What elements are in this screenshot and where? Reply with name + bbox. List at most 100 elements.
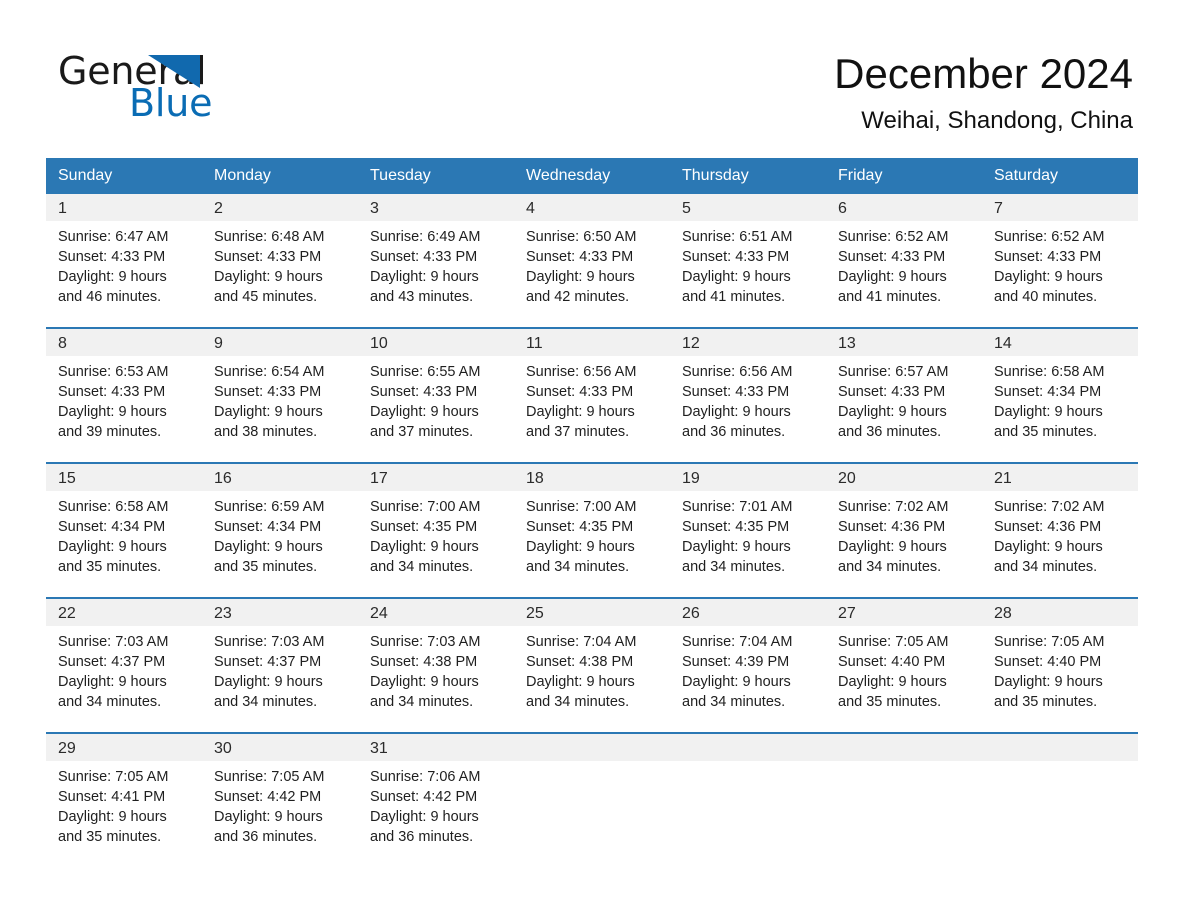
sunset-time: Sunset: 4:33 PM <box>58 249 166 265</box>
daylight-duration-line2: and 40 minutes. <box>994 289 1098 305</box>
day-cell-header[interactable]: 5 <box>670 194 826 221</box>
day-cell-body: Sunrise: 7:00 AM Sunset: 4:35 PM Daylight:… <box>514 491 670 585</box>
weekday-header-monday: Monday <box>202 158 358 194</box>
day-cell-header[interactable]: 8 <box>46 328 202 356</box>
logo-text-blue: Blue <box>129 81 213 125</box>
day-cell-body: Sunrise: 6:54 AM Sunset: 4:33 PM Daylight:… <box>202 356 358 450</box>
day-cell-header[interactable]: 6 <box>826 194 982 221</box>
day-cell-header[interactable]: 25 <box>514 598 670 626</box>
daylight-duration-line1: Daylight: 9 hours <box>526 539 635 555</box>
day-cell-header[interactable]: 11 <box>514 328 670 356</box>
sunrise-time: Sunrise: 6:48 AM <box>214 229 325 245</box>
day-details: Sunrise: 6:48 AM Sunset: 4:33 PM Daylight:… <box>202 221 358 315</box>
daylight-duration-line2: and 36 minutes. <box>214 829 318 845</box>
daylight-duration-line2: and 36 minutes. <box>370 829 474 845</box>
day-cell-body: Sunrise: 7:02 AM Sunset: 4:36 PM Daylight:… <box>982 491 1138 585</box>
day-cell-header[interactable]: 24 <box>358 598 514 626</box>
day-cell-header[interactable]: 19 <box>670 463 826 491</box>
sunrise-time: Sunrise: 6:58 AM <box>58 499 169 515</box>
sunset-time: Sunset: 4:33 PM <box>526 249 634 265</box>
day-details: Sunrise: 7:03 AM Sunset: 4:37 PM Daylight:… <box>202 626 358 720</box>
day-cell-body: Sunrise: 6:48 AM Sunset: 4:33 PM Daylight:… <box>202 221 358 315</box>
week-daynumber-row: 15 16 17 18 19 20 21 <box>46 463 1138 491</box>
daylight-duration-line2: and 34 minutes. <box>214 694 318 710</box>
day-cell-body: Sunrise: 7:03 AM Sunset: 4:37 PM Daylight:… <box>46 626 202 720</box>
day-cell-header[interactable]: 7 <box>982 194 1138 221</box>
day-cell-header[interactable]: 15 <box>46 463 202 491</box>
day-details: Sunrise: 6:51 AM Sunset: 4:33 PM Daylight:… <box>670 221 826 315</box>
daylight-duration-line1: Daylight: 9 hours <box>526 404 635 420</box>
weekday-header-tuesday: Tuesday <box>358 158 514 194</box>
day-cell-header[interactable]: 10 <box>358 328 514 356</box>
day-cell-header[interactable]: 28 <box>982 598 1138 626</box>
sunset-time: Sunset: 4:37 PM <box>214 654 322 670</box>
daylight-duration-line1: Daylight: 9 hours <box>994 539 1103 555</box>
day-details: Sunrise: 6:50 AM Sunset: 4:33 PM Daylight:… <box>514 221 670 315</box>
daylight-duration-line2: and 34 minutes. <box>58 694 162 710</box>
day-cell-header[interactable]: 4 <box>514 194 670 221</box>
day-cell-header[interactable]: 22 <box>46 598 202 626</box>
day-cell-header[interactable]: 13 <box>826 328 982 356</box>
day-details: Sunrise: 6:58 AM Sunset: 4:34 PM Daylight:… <box>46 491 202 585</box>
day-cell-header[interactable]: 21 <box>982 463 1138 491</box>
sunset-time: Sunset: 4:35 PM <box>370 519 478 535</box>
day-cell-body: Sunrise: 7:03 AM Sunset: 4:37 PM Daylight:… <box>202 626 358 720</box>
day-number: 5 <box>682 200 691 217</box>
sunset-time: Sunset: 4:36 PM <box>838 519 946 535</box>
day-cell-header[interactable]: 2 <box>202 194 358 221</box>
day-details: Sunrise: 7:00 AM Sunset: 4:35 PM Daylight:… <box>358 491 514 585</box>
sunrise-time: Sunrise: 6:57 AM <box>838 364 949 380</box>
day-number: 23 <box>214 605 232 622</box>
sunrise-time: Sunrise: 7:00 AM <box>370 499 481 515</box>
day-number <box>982 734 1138 742</box>
sunrise-time: Sunrise: 6:52 AM <box>838 229 949 245</box>
day-cell-header[interactable]: 17 <box>358 463 514 491</box>
sunrise-time: Sunrise: 6:53 AM <box>58 364 169 380</box>
day-cell-header[interactable]: 23 <box>202 598 358 626</box>
day-details: Sunrise: 6:49 AM Sunset: 4:33 PM Daylight:… <box>358 221 514 315</box>
day-cell-header[interactable]: 12 <box>670 328 826 356</box>
sunrise-time: Sunrise: 6:50 AM <box>526 229 637 245</box>
sunrise-time: Sunrise: 6:47 AM <box>58 229 169 245</box>
sunset-time: Sunset: 4:38 PM <box>370 654 478 670</box>
day-number: 30 <box>214 740 232 757</box>
day-cell-body: Sunrise: 7:04 AM Sunset: 4:38 PM Daylight:… <box>514 626 670 720</box>
day-number: 3 <box>370 200 379 217</box>
day-cell-header[interactable]: 3 <box>358 194 514 221</box>
general-blue-logo[interactable]: General Blue <box>58 52 358 132</box>
day-details: Sunrise: 7:02 AM Sunset: 4:36 PM Daylight:… <box>982 491 1138 585</box>
day-cell-header[interactable]: 20 <box>826 463 982 491</box>
title-block: December 2024 Weihai, Shandong, China <box>834 48 1133 136</box>
day-details: Sunrise: 6:57 AM Sunset: 4:33 PM Daylight:… <box>826 356 982 450</box>
day-cell-header[interactable]: 9 <box>202 328 358 356</box>
day-cell-header[interactable]: 27 <box>826 598 982 626</box>
day-cell-header[interactable]: 26 <box>670 598 826 626</box>
sunrise-time: Sunrise: 6:56 AM <box>682 364 793 380</box>
week-separator <box>46 315 1138 329</box>
day-cell-header[interactable]: 16 <box>202 463 358 491</box>
day-number: 2 <box>214 200 223 217</box>
daylight-duration-line1: Daylight: 9 hours <box>58 809 167 825</box>
day-cell-header[interactable]: 29 <box>46 733 202 761</box>
day-details <box>670 761 826 775</box>
day-cell-header[interactable]: 18 <box>514 463 670 491</box>
day-cell-header[interactable]: 1 <box>46 194 202 221</box>
sunset-time: Sunset: 4:36 PM <box>994 519 1102 535</box>
day-number: 29 <box>58 740 76 757</box>
week-separator-rule <box>46 585 1138 599</box>
day-details: Sunrise: 7:05 AM Sunset: 4:41 PM Daylight:… <box>46 761 202 855</box>
daylight-duration-line1: Daylight: 9 hours <box>214 404 323 420</box>
day-cell-header[interactable]: 31 <box>358 733 514 761</box>
day-number <box>514 734 670 742</box>
daylight-duration-line2: and 45 minutes. <box>214 289 318 305</box>
day-cell-header[interactable]: 14 <box>982 328 1138 356</box>
daylight-duration-line1: Daylight: 9 hours <box>526 269 635 285</box>
sunset-time: Sunset: 4:38 PM <box>526 654 634 670</box>
day-cell-header[interactable]: 30 <box>202 733 358 761</box>
daylight-duration-line2: and 41 minutes. <box>838 289 942 305</box>
day-number: 17 <box>370 470 388 487</box>
weekday-header-wednesday: Wednesday <box>514 158 670 194</box>
week-info-row: Sunrise: 7:05 AM Sunset: 4:41 PM Daylight:… <box>46 761 1138 855</box>
week-info-row: Sunrise: 6:58 AM Sunset: 4:34 PM Daylight:… <box>46 491 1138 585</box>
day-details: Sunrise: 6:56 AM Sunset: 4:33 PM Daylight:… <box>670 356 826 450</box>
